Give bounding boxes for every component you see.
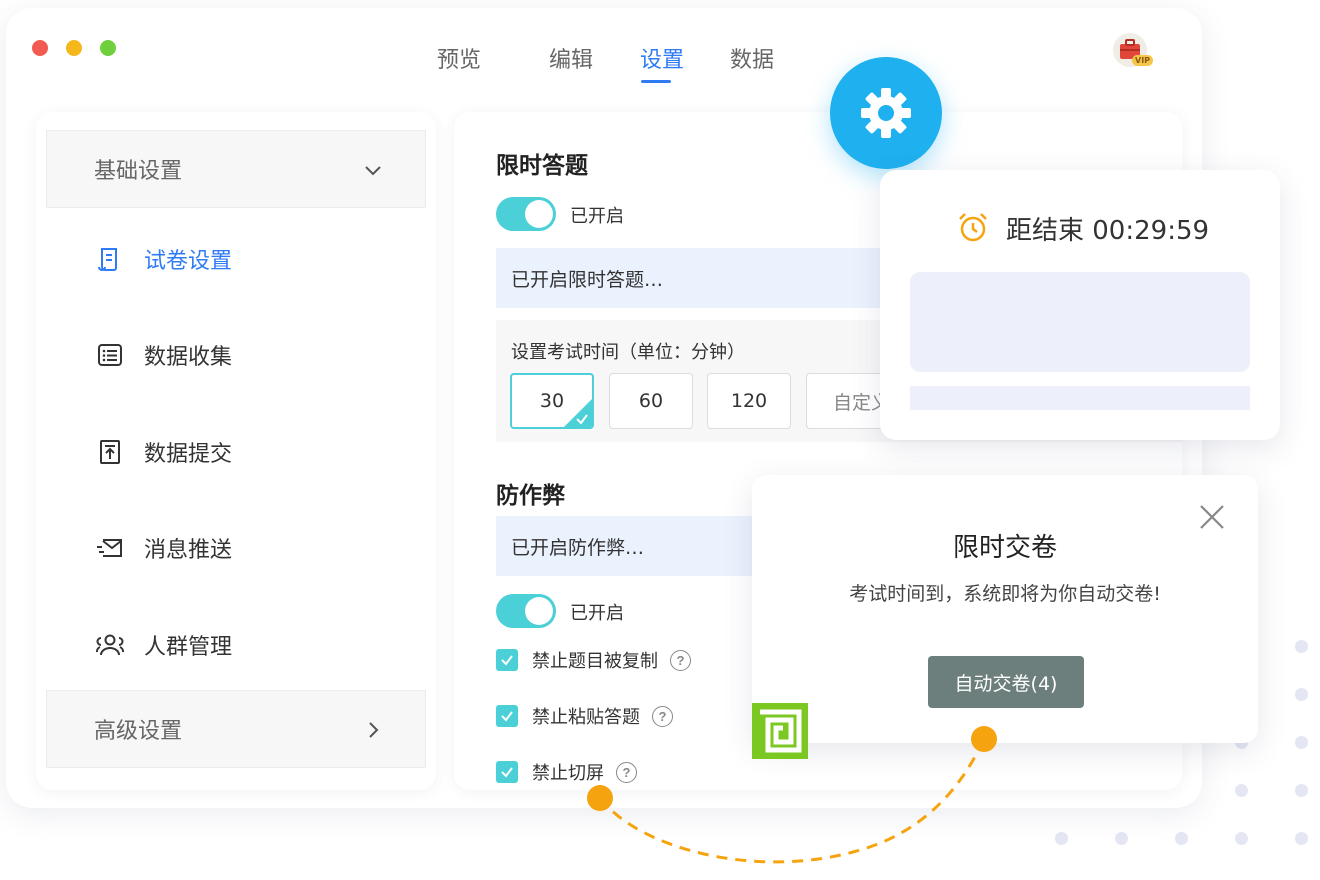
rule-no-paste[interactable]: 禁止粘贴答题 ? [496, 702, 673, 730]
upload-doc-icon [100, 440, 120, 464]
advanced-settings-section[interactable]: 高级设置 [46, 690, 426, 768]
check-icon [501, 711, 513, 722]
help-icon[interactable]: ? [652, 705, 673, 727]
sidebar-item-label: 试卷设置 [144, 249, 233, 274]
decor-dot [1175, 832, 1188, 845]
tab-data[interactable]: 数据 [730, 42, 774, 74]
help-icon[interactable]: ? [670, 649, 691, 671]
vip-badge: VIP [1132, 55, 1154, 66]
tab-edit[interactable]: 编辑 [549, 42, 593, 74]
advanced-settings-label: 高级设置 [94, 719, 183, 744]
alarm-clock-icon [959, 213, 987, 242]
window-minimize-dot[interactable] [66, 40, 82, 56]
rule-no-copy[interactable]: 禁止题目被复制 ? [496, 646, 691, 674]
sidebar-item-data-collection[interactable]: 数据收集 [96, 335, 232, 375]
active-tab-indicator [641, 80, 671, 83]
sidebar-item-label: 人群管理 [144, 635, 233, 660]
settings-gear-badge [830, 57, 942, 169]
scroll-doc-icon [98, 248, 117, 271]
rule-checkbox[interactable] [496, 705, 518, 727]
settings-sidebar: 基础设置 试卷设置 数据收集 数据提交 消息推送 人群管理 高级设置 [36, 112, 436, 790]
dialog-message: 考试时间到，系统即将为你自动交卷! [849, 583, 1161, 605]
chevron-right-icon [369, 722, 379, 738]
decor-dot [1295, 640, 1308, 653]
anti-cheat-title: 防作弊 [496, 483, 565, 509]
anti-cheat-info: 已开启防作弊… [496, 516, 796, 576]
list-form-icon [98, 344, 122, 366]
sidebar-item-crowd-management[interactable]: 人群管理 [96, 625, 232, 665]
sidebar-item-exam-settings[interactable]: 试卷设置 [96, 239, 232, 279]
anti-cheat-toggle-label: 已开启 [570, 603, 624, 624]
decor-dot [1295, 784, 1308, 797]
exam-duration-question: 设置考试时间（单位：分钟） [511, 342, 745, 363]
decor-dot [1235, 832, 1248, 845]
help-icon[interactable]: ? [616, 761, 637, 783]
duration-option-60[interactable]: 60 [609, 373, 693, 429]
tab-preview[interactable]: 预览 [437, 42, 481, 74]
check-icon [501, 767, 513, 778]
sidebar-item-label: 数据提交 [144, 442, 233, 467]
auto-submit-dialog: 限时交卷 考试时间到，系统即将为你自动交卷! 自动交卷(4) [752, 475, 1258, 743]
users-icon [96, 634, 124, 656]
rule-label: 禁止粘贴答题 [532, 707, 640, 728]
auto-submit-button[interactable]: 自动交卷(4) [928, 656, 1084, 708]
decor-dot [1295, 736, 1308, 749]
decor-dot [1115, 832, 1128, 845]
gear-icon [861, 88, 911, 138]
account-avatar[interactable]: VIP [1113, 33, 1154, 67]
window-maximize-dot[interactable] [100, 40, 116, 56]
duration-option-label: 60 [638, 390, 664, 412]
window-close-dot[interactable] [32, 40, 48, 56]
countdown-text: 距结束 00:29:59 [1006, 216, 1210, 246]
dialog-title: 限时交卷 [952, 533, 1057, 563]
decor-dot [1055, 832, 1068, 845]
duration-option-label: 30 [539, 390, 565, 412]
placeholder-bar [910, 386, 1250, 410]
rule-no-switch-screen[interactable]: 禁止切屏 ? [496, 758, 637, 786]
sidebar-item-label: 消息推送 [144, 538, 233, 563]
sidebar-item-label: 数据收集 [144, 345, 233, 370]
duration-option-label: 120 [730, 390, 768, 412]
decor-dot [1295, 832, 1308, 845]
decor-dot [1235, 784, 1248, 797]
placeholder-block [910, 272, 1250, 372]
basic-settings-section[interactable]: 基础设置 [46, 130, 426, 208]
rule-label: 禁止切屏 [532, 763, 604, 784]
decor-dot [1295, 688, 1308, 701]
chevron-down-icon [365, 166, 381, 176]
rule-label: 禁止题目被复制 [532, 651, 658, 672]
anti-cheat-toggle[interactable] [496, 594, 556, 628]
basic-settings-label: 基础设置 [94, 159, 183, 184]
timed-answer-toggle[interactable] [496, 197, 556, 231]
timed-answer-title: 限时答题 [496, 153, 588, 179]
check-icon [576, 414, 588, 425]
check-icon [501, 655, 513, 666]
rule-checkbox[interactable] [496, 649, 518, 671]
sidebar-item-message-push[interactable]: 消息推送 [96, 528, 232, 568]
sidebar-item-data-submit[interactable]: 数据提交 [96, 432, 232, 472]
send-mail-icon [97, 539, 122, 557]
rule-checkbox[interactable] [496, 761, 518, 783]
duration-option-120[interactable]: 120 [707, 373, 791, 429]
duration-option-30[interactable]: 30 [510, 373, 594, 429]
tab-settings[interactable]: 设置 [640, 42, 684, 74]
countdown-card: 距结束 00:29:59 [880, 170, 1280, 440]
timed-answer-toggle-label: 已开启 [570, 206, 624, 227]
